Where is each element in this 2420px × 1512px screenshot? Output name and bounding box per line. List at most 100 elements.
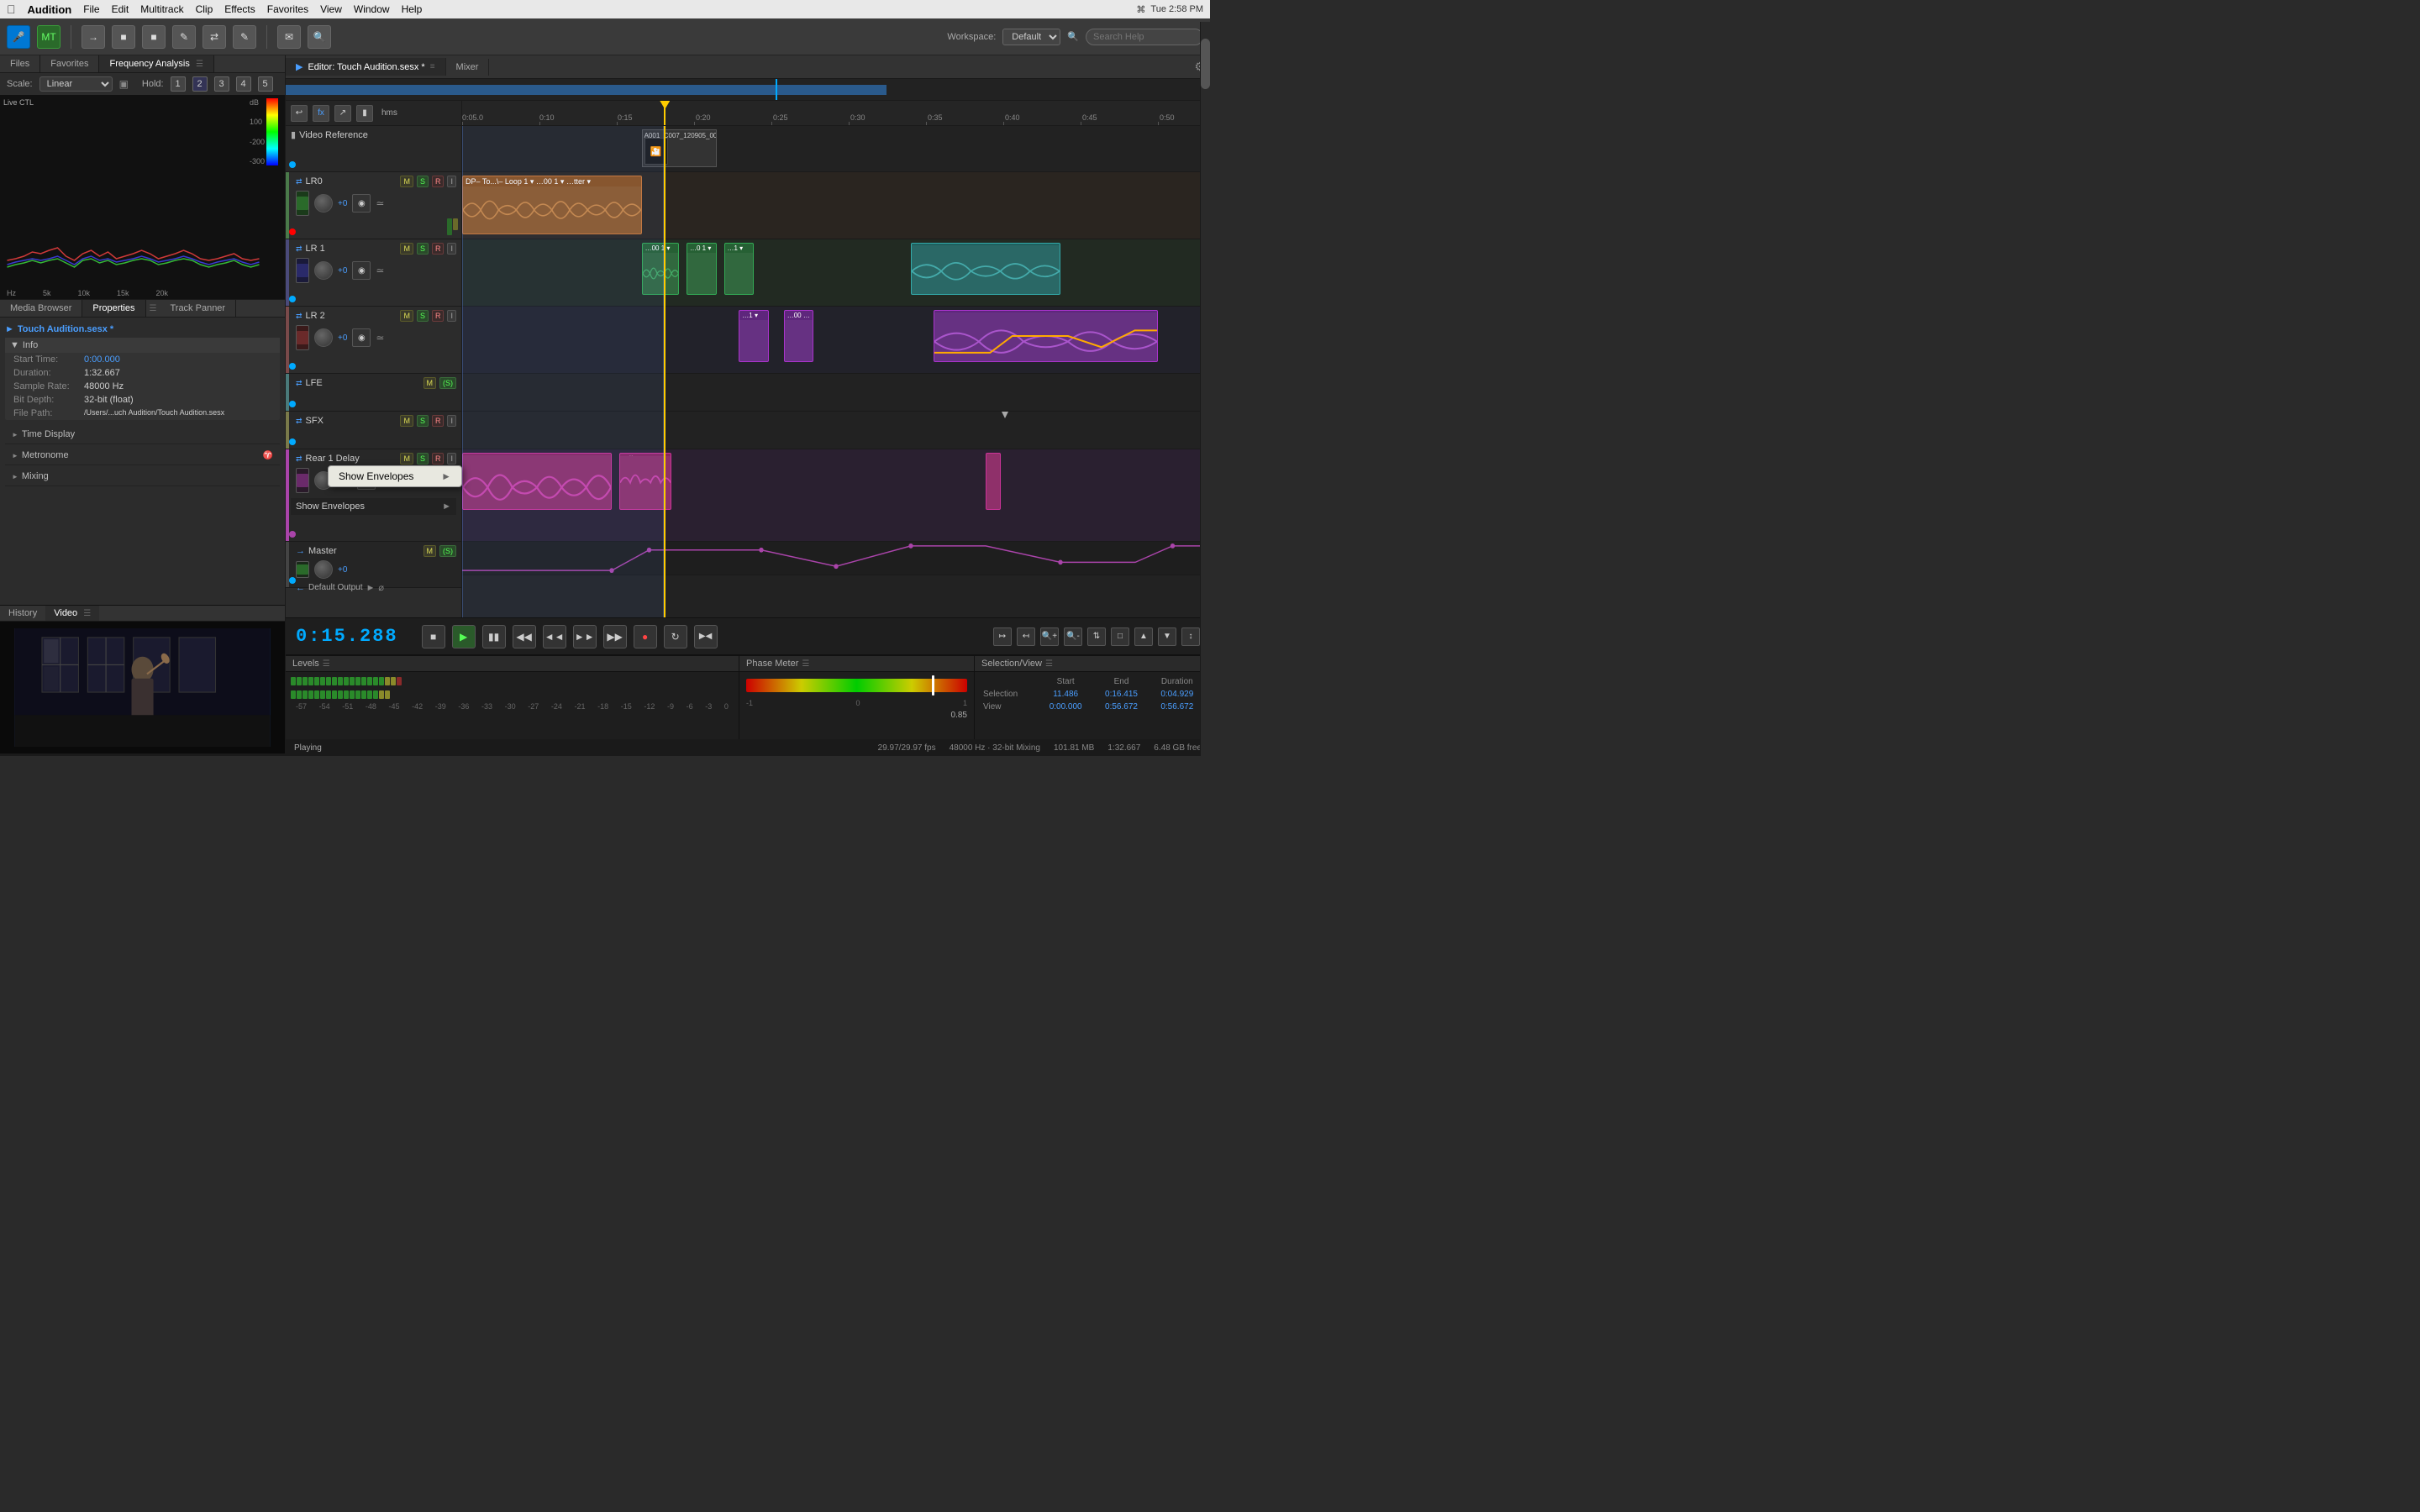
hold-5-btn[interactable]: 5 — [258, 76, 273, 92]
freq-menu-icon[interactable]: ☰ — [196, 60, 203, 69]
mixing-header[interactable]: ► Mixing — [5, 467, 280, 486]
output-expand-btn[interactable]: ► — [366, 583, 375, 593]
info-section-header[interactable]: ▼ Info — [5, 338, 280, 353]
metronome-header[interactable]: ► Metronome ♈ — [5, 446, 280, 465]
multitrack-btn[interactable]: MT — [37, 25, 60, 49]
rear-clip-2[interactable]: …tter… ▾ — [619, 453, 671, 510]
rear-clip-1[interactable]: DP– Tou…p 48000 1 ▾ — [462, 453, 612, 510]
waveform-btn[interactable]: 🎤 — [7, 25, 30, 49]
select-tool-btn[interactable]: ■ — [112, 25, 135, 49]
go-end-btn[interactable]: ▶▶ — [603, 625, 627, 648]
menu-multitrack[interactable]: Multitrack — [140, 3, 183, 15]
lr0-solo-btn[interactable]: S — [417, 176, 429, 187]
levels-menu-icon[interactable]: ☰ — [323, 659, 330, 669]
hold-3-btn[interactable]: 3 — [214, 76, 229, 92]
zoom-in-time-btn[interactable]: ↦ — [993, 627, 1012, 646]
lr2-mute-btn[interactable]: M — [400, 310, 413, 322]
phase-meter-menu-icon[interactable]: ☰ — [802, 659, 809, 669]
menu-window[interactable]: Window — [354, 3, 390, 15]
master-volume-knob[interactable] — [314, 560, 333, 579]
lr1-volume-knob[interactable] — [314, 261, 333, 280]
zoom-btn[interactable]: 🔍 — [308, 25, 331, 49]
search-help-input[interactable] — [1086, 29, 1203, 45]
lr1-clip-1[interactable]: …00 1 ▾ — [642, 243, 680, 295]
lr1-solo-btn[interactable]: S — [417, 243, 429, 255]
lr2-solo-btn[interactable]: S — [417, 310, 429, 322]
selection-view-menu-icon[interactable]: ☰ — [1045, 659, 1053, 669]
workspace-select[interactable]: Default — [1002, 29, 1060, 45]
forward-btn[interactable]: ►► — [573, 625, 597, 648]
tab-track-panner[interactable]: Track Panner — [160, 300, 236, 317]
time-select-btn[interactable]: ■ — [142, 25, 166, 49]
lr2-clip-2[interactable]: …00 1 ▾ — [784, 310, 814, 362]
menu-clip[interactable]: Clip — [196, 3, 213, 15]
lr2-pan-icon[interactable]: ◉ — [352, 328, 371, 347]
record-btn[interactable]: ● — [634, 625, 657, 648]
tab-properties[interactable]: Properties — [82, 300, 145, 317]
timeline-scrollbar[interactable] — [1200, 101, 1210, 617]
master-mute-btn[interactable]: M — [424, 545, 437, 557]
meter-btn[interactable]: ▮ — [356, 105, 373, 122]
hold-2-btn[interactable]: 2 — [192, 76, 208, 92]
tab-files[interactable]: Files — [0, 55, 40, 72]
tab-editor[interactable]: ▶ Editor: Touch Audition.sesx * ≡ — [286, 58, 446, 76]
zoom-out-full-btn[interactable]: 🔍- — [1064, 627, 1082, 646]
rear-input-btn[interactable]: I — [447, 453, 456, 465]
lr1-record-btn[interactable]: R — [432, 243, 445, 255]
sfx-record-btn[interactable]: R — [432, 415, 445, 427]
sfx-solo-btn[interactable]: S — [417, 415, 429, 427]
menu-effects[interactable]: Effects — [224, 3, 255, 15]
rear-record-btn[interactable]: R — [432, 453, 445, 465]
lr0-mute-btn[interactable]: M — [400, 176, 413, 187]
tab-history[interactable]: History — [0, 606, 45, 621]
zoom-out-vert-btn[interactable]: ▼ — [1158, 627, 1176, 646]
zoom-full-vert-btn[interactable]: ↕ — [1181, 627, 1200, 646]
tab-mixer[interactable]: Mixer — [446, 59, 490, 76]
lr0-record-btn[interactable]: R — [432, 176, 445, 187]
tab-media-browser[interactable]: Media Browser — [0, 300, 82, 317]
timeline-area[interactable]: 0:05.0 0:10 0:15 0:20 0:25 0:30 0:35 0:4… — [462, 101, 1210, 617]
zoom-selection-btn[interactable]: □ — [1111, 627, 1129, 646]
tab-favorites[interactable]: Favorites — [40, 55, 99, 72]
pause-btn[interactable]: ▮▮ — [482, 625, 506, 648]
scale-select[interactable]: Linear Logarithmic — [39, 76, 113, 92]
fx-btn[interactable]: fx — [313, 105, 329, 122]
lfe-mute-btn[interactable]: M — [424, 377, 437, 389]
lr0-volume-knob[interactable] — [314, 194, 333, 213]
hold-1-btn[interactable]: 1 — [171, 76, 186, 92]
rewind-btn[interactable]: ◄◄ — [543, 625, 566, 648]
rear-clip-3[interactable] — [986, 453, 1001, 510]
time-display-header[interactable]: ► Time Display — [5, 425, 280, 444]
play-btn[interactable]: ▶ — [452, 625, 476, 648]
zoom-in-full-btn[interactable]: 🔍+ — [1040, 627, 1059, 646]
razor-btn[interactable]: ✎ — [172, 25, 196, 49]
lr1-clip-mc[interactable]: MC H –…NT removed 48000 1 ▾ — [911, 243, 1060, 295]
lr1-pan-icon[interactable]: ◉ — [352, 261, 371, 280]
lr1-input-btn[interactable]: I — [447, 243, 456, 255]
menu-file[interactable]: File — [83, 3, 99, 15]
tab-video[interactable]: Video ☰ — [45, 606, 99, 621]
slip-btn[interactable]: ⇄ — [203, 25, 226, 49]
hand-btn[interactable]: ✉ — [277, 25, 301, 49]
video-menu-icon[interactable]: ☰ — [83, 609, 91, 618]
menu-item-show-envelopes[interactable]: Show Envelopes ► — [329, 466, 461, 486]
lfe-solo-btn[interactable]: (S) — [439, 377, 456, 389]
menu-favorites[interactable]: Favorites — [267, 3, 308, 15]
lr1-mute-btn[interactable]: M — [400, 243, 413, 255]
rear-solo-btn[interactable]: S — [417, 453, 429, 465]
move-tool-btn[interactable]: → — [82, 25, 105, 49]
punch-btn[interactable]: ▶◀ — [694, 625, 718, 648]
lr2-clip-long[interactable]: DP w. PW – Touch_01 48000 1 Volume ▾ — [934, 310, 1158, 362]
lr1-clip-3[interactable]: …1 ▾ — [724, 243, 755, 295]
lr0-clip-1[interactable]: DP– To...\– Loop 1 ▾ …00 1 ▾ …tter ▾ — [462, 176, 642, 234]
lr1-clip-2[interactable]: …0 1 ▾ — [687, 243, 717, 295]
lr2-input-btn[interactable]: I — [447, 310, 456, 322]
draw-btn[interactable]: ✎ — [233, 25, 256, 49]
menu-view[interactable]: View — [320, 3, 342, 15]
sfx-mute-btn[interactable]: M — [400, 415, 413, 427]
sfx-input-btn[interactable]: I — [447, 415, 456, 427]
go-start-btn[interactable]: ◀◀ — [513, 625, 536, 648]
undo-btn[interactable]: ↩ — [291, 105, 308, 122]
editor-tab-close[interactable]: ≡ — [430, 62, 435, 71]
tab-freq-analysis[interactable]: Frequency Analysis ☰ — [99, 55, 213, 72]
